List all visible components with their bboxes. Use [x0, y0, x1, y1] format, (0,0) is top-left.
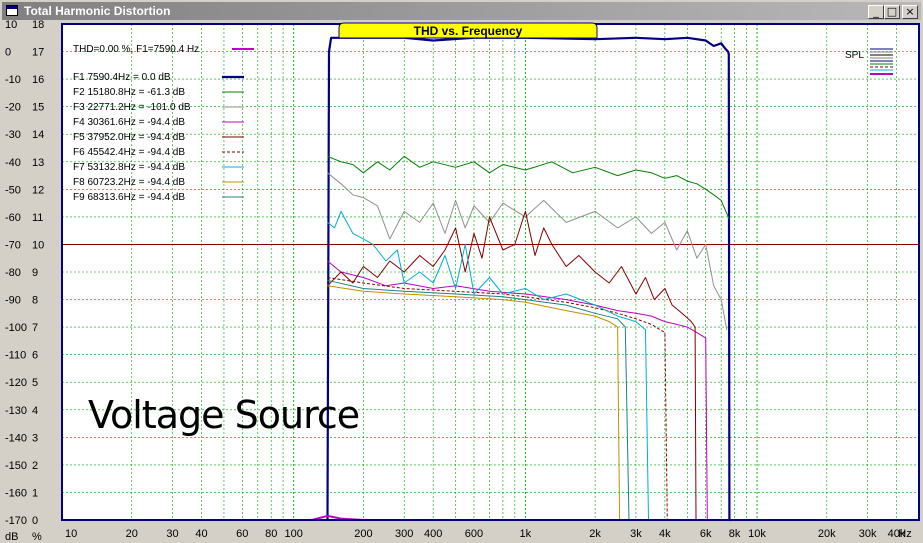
y2-tick-label: 13 [32, 157, 44, 169]
legend-entry-5: F5 37952.0Hz = -94.4 dB [73, 132, 185, 143]
x-tick-label: 4k [659, 528, 671, 540]
thd-window: Total Harmonic Distortion _ □ × 10 18 0 17-… [0, 0, 923, 543]
y2-tick-label: 10 [32, 239, 44, 251]
x-tick-label: 20 [126, 528, 138, 540]
y-tick-label: -10 [5, 74, 21, 86]
y-tick-label: -60 [5, 212, 21, 224]
x-tick-label: 10k [748, 528, 766, 540]
close-button[interactable]: × [902, 5, 918, 19]
y2-tick-label: 11 [32, 212, 43, 224]
y2-tick-label: 2 [32, 460, 38, 472]
x-tick-label: 600 [465, 528, 483, 540]
x-ticks: 10 20 30 40 60 80 100 200 300 400 600 1k 2k 3k 4k 6k 8k 1… [65, 528, 912, 540]
y-tick-label: -70 [5, 239, 21, 251]
y-tick-label: -110 [5, 350, 26, 362]
y2-tick-label: 18 [32, 20, 44, 31]
x-tick-label: 2k [589, 528, 601, 540]
y-tick-label: -80 [5, 267, 21, 279]
legend-entry-1: F1 7590.4Hz = 0.0 dB [73, 72, 171, 83]
legend-entry-9: F9 68313.6Hz = -94.4 dB [73, 192, 185, 203]
y-tick-label: -50 [5, 184, 21, 196]
y2-tick-label: 0 [32, 515, 38, 527]
legend-entry-8: F8 60723.2Hz = -94.4 dB [73, 177, 185, 188]
x-tick-label: 30 [166, 528, 178, 540]
y-tick-label: -40 [5, 157, 21, 169]
x-tick-label: 20k [818, 528, 836, 540]
x-tick-label: 60 [236, 528, 248, 540]
y-tick-label: -150 [5, 460, 27, 472]
x-tick-label: 100 [285, 528, 303, 540]
x-unit-label: Hz [898, 528, 911, 540]
y2-tick-label: 17 [32, 47, 44, 59]
x-tick-label: 40 [195, 528, 207, 540]
y2-tick-label: 15 [32, 102, 44, 114]
y2-tick-label: 7 [32, 322, 38, 334]
legend-entry-2: F2 15180.8Hz = -61.3 dB [73, 87, 185, 98]
legend-header: THD=0.00 %, F1=7590.4 Hz [73, 44, 199, 55]
x-tick-label: 30k [859, 528, 877, 540]
window-icon[interactable] [6, 5, 18, 16]
y-tick-label: -140 [5, 432, 27, 444]
legend-entry-7: F7 53132.8Hz = -94.4 dB [73, 162, 185, 173]
maximize-button[interactable]: □ [884, 5, 900, 19]
x-tick-label: 300 [395, 528, 413, 540]
y2-tick-label: 4 [32, 405, 38, 417]
x-tick-label: 400 [424, 528, 442, 540]
window-title: Total Harmonic Distortion [24, 4, 171, 18]
y-tick-label: -100 [5, 322, 27, 334]
y2-tick-label: 8 [32, 295, 38, 307]
y2-tick-label: 16 [32, 74, 44, 86]
y-tick-label: 10 [5, 20, 17, 31]
watermark-label: Voltage Source [88, 393, 360, 437]
x-tick-label: 3k [630, 528, 642, 540]
y-tick-label: -120 [5, 377, 27, 389]
y-tick-label: -30 [5, 129, 21, 141]
y2-tick-label: 5 [32, 377, 38, 389]
y-tick-label: -20 [5, 102, 21, 114]
x-tick-label: 10 [65, 528, 77, 540]
minimize-button[interactable]: _ [868, 5, 884, 19]
x-tick-label: 6k [700, 528, 712, 540]
y-unit-label: dB [5, 531, 18, 543]
y2-tick-label: 1 [32, 487, 38, 499]
y-tick-label: 0 [5, 47, 11, 59]
x-tick-label: 200 [354, 528, 372, 540]
y-tick-label: -130 [5, 405, 27, 417]
legend-entry-4: F4 30361.6Hz = -94.4 dB [73, 117, 185, 128]
y2-tick-label: 9 [32, 267, 38, 279]
y2-unit-label: % [32, 531, 42, 543]
y2-tick-label: 6 [32, 350, 38, 362]
x-tick-label: 8k [729, 528, 741, 540]
chart-title: THD vs. Frequency [414, 24, 523, 38]
legend-entry-6: F6 45542.4Hz = -94.4 dB [73, 147, 185, 158]
y2-tick-label: 3 [32, 432, 38, 444]
y-tick-label: -90 [5, 295, 21, 307]
y-tick-label: -170 [5, 515, 27, 527]
y-ticks: 10 180 17-10 16-20 15-30 14-40 13-50 12-60 11-70… [5, 20, 44, 543]
y-tick-label: -160 [5, 487, 27, 499]
chart-title-tab: THD vs. Frequency [338, 22, 598, 39]
x-tick-label: 1k [520, 528, 532, 540]
x-tick-label: 80 [265, 528, 277, 540]
spl-label: SPL [845, 50, 864, 61]
y2-tick-label: 12 [32, 184, 44, 196]
y2-tick-label: 14 [32, 129, 44, 141]
title-bar[interactable]: Total Harmonic Distortion _ □ × [2, 2, 921, 20]
thd-chart: 10 180 17-10 16-20 15-30 14-40 13-50 12-60 11-70… [5, 20, 920, 543]
legend-entry-3: F3 22771.2Hz = -101.0 dB [73, 102, 191, 113]
